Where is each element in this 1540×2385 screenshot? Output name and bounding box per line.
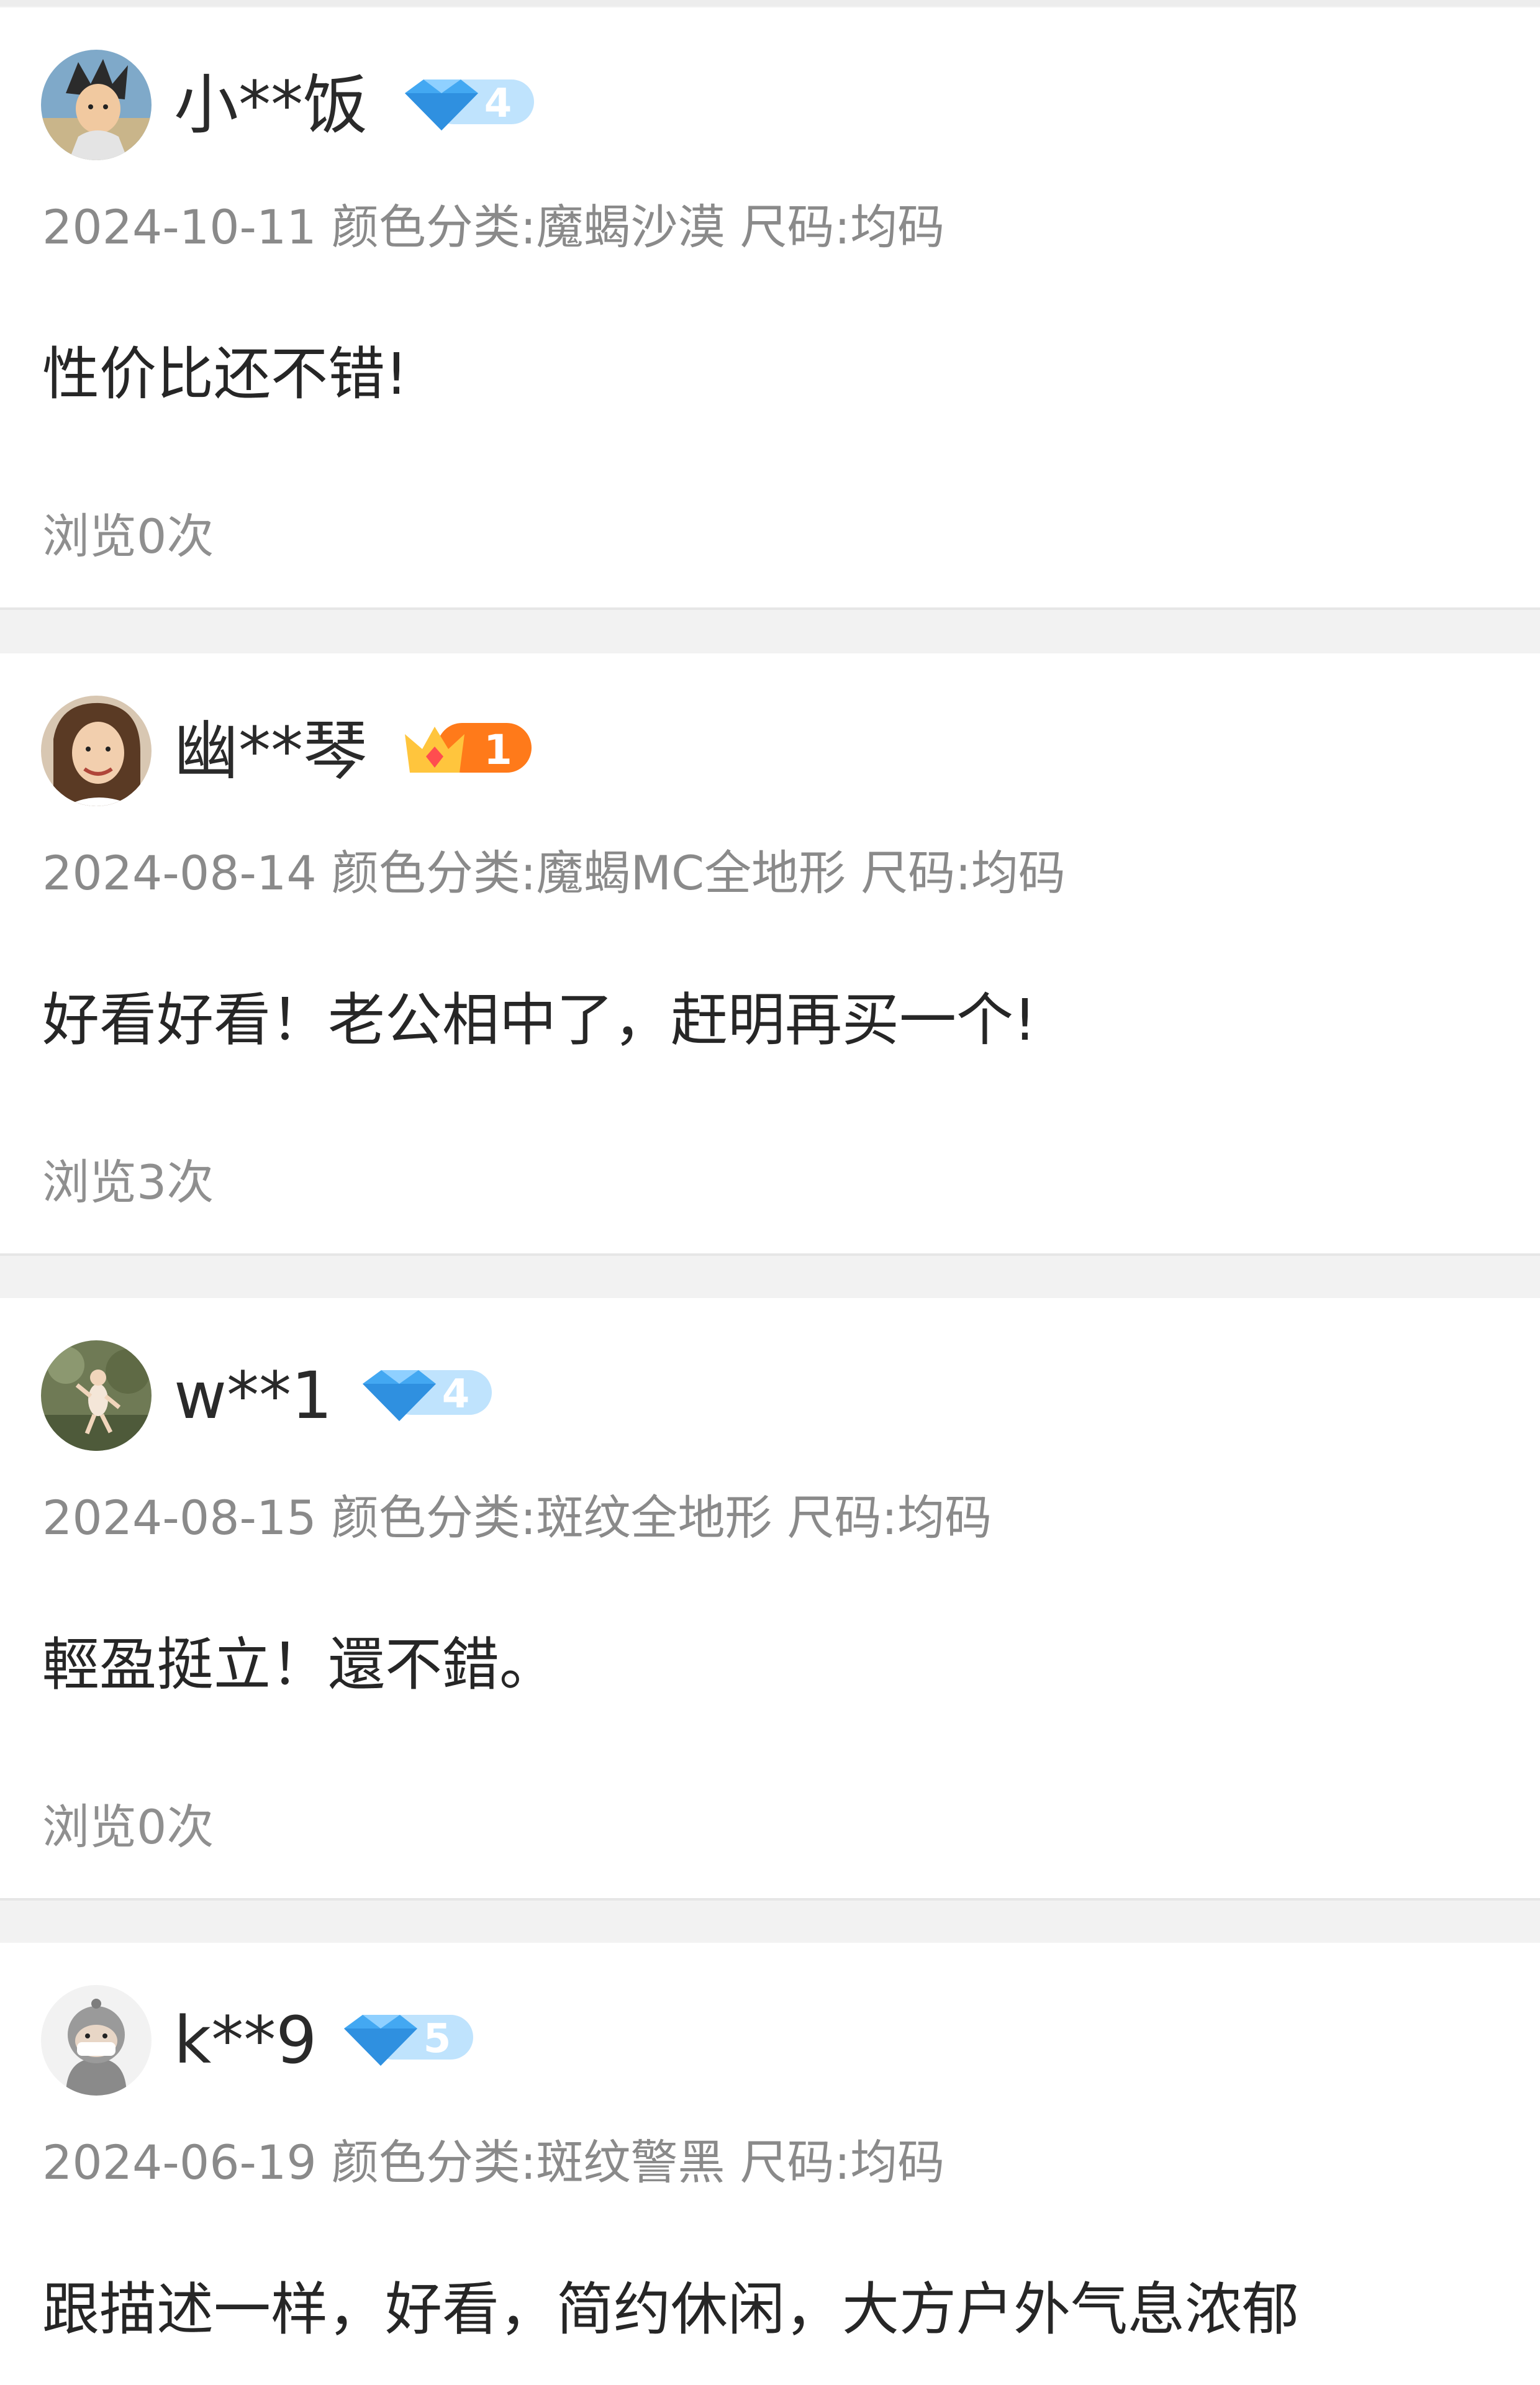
badge-level: 4 [484, 81, 512, 127]
view-count: 浏览0次 [42, 509, 214, 564]
review-card: 小**饭 4 2024-10-11 颜色分类:魔蝎沙漠 尺码:均码 性价比还不错… [0, 7, 1540, 610]
review-card: 幽**琴 1 2024-08-14 颜色分类:魔蝎MC全地形 尺码:均码 好看好… [0, 653, 1540, 1256]
badge-level: 4 [442, 1371, 470, 1417]
top-divider [0, 0, 1540, 6]
badge-level: 1 [484, 726, 512, 774]
review-date: 2024-10-11 [42, 199, 317, 255]
diamond-level-badge: 5 [339, 2006, 476, 2068]
review-date: 2024-08-15 [42, 1490, 317, 1545]
review-variant: 颜色分类:魔蝎沙漠 尺码:均码 [331, 199, 945, 255]
review-variant: 颜色分类:斑纹全地形 尺码:均码 [331, 1490, 992, 1545]
review-comment: 輕盈挺立！還不錯。 [42, 1632, 557, 1698]
view-count: 浏览3次 [42, 1155, 214, 1210]
diamond-level-badge: 4 [358, 1361, 494, 1424]
review-card: k**9 5 2024-06-19 颜色分类:斑纹警黑 尺码:均码 跟描述一样，… [0, 1943, 1540, 2385]
username: 小**饭 [174, 67, 368, 143]
crown-level-badge: 1 [400, 717, 537, 779]
review-date: 2024-08-14 [42, 845, 317, 901]
review-card: w**1 4 2024-08-15 颜色分类:斑纹全地形 尺码:均码 輕盈挺立！… [0, 1298, 1540, 1901]
review-meta: 2024-08-15 颜色分类:斑纹全地形 尺码:均码 [42, 1486, 992, 1550]
avatar[interactable] [41, 50, 152, 160]
review-variant: 颜色分类:斑纹警黑 尺码:均码 [331, 2135, 945, 2190]
username: k**9 [174, 2002, 317, 2078]
review-meta: 2024-08-14 颜色分类:魔蝎MC全地形 尺码:均码 [42, 841, 1066, 906]
review-date: 2024-06-19 [42, 2135, 317, 2190]
review-variant: 颜色分类:魔蝎MC全地形 尺码:均码 [331, 845, 1066, 901]
avatar[interactable] [41, 696, 152, 806]
review-comment: 性价比还不错! [42, 341, 408, 407]
review-comment: 好看好看！老公相中了，赶明再买一个! [42, 987, 1036, 1053]
badge-level: 5 [424, 2016, 451, 2062]
username: 幽**琴 [174, 713, 368, 789]
review-meta: 2024-10-11 颜色分类:魔蝎沙漠 尺码:均码 [42, 195, 944, 260]
review-meta: 2024-06-19 颜色分类:斑纹警黑 尺码:均码 [42, 2130, 944, 2195]
review-comment: 跟描述一样，好看，简约休闲，大方户外气息浓郁 [42, 2276, 1300, 2343]
avatar[interactable] [41, 1340, 152, 1451]
diamond-level-badge: 4 [400, 71, 537, 133]
username: w**1 [174, 1358, 333, 1433]
view-count: 浏览0次 [42, 1799, 214, 1855]
avatar[interactable] [41, 1985, 152, 2096]
